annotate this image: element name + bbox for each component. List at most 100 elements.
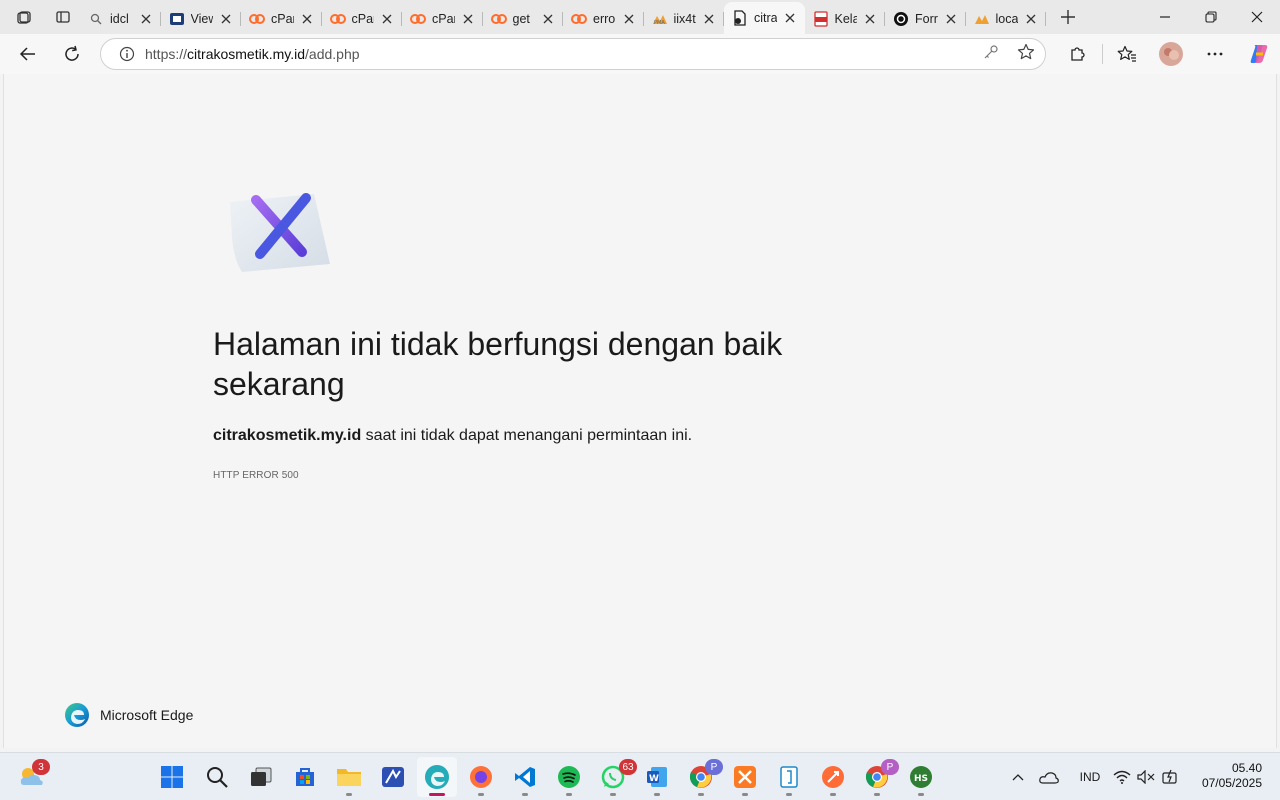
refresh-button[interactable] [52, 37, 92, 71]
xampp-app[interactable] [725, 757, 765, 797]
cpanel-icon [249, 11, 265, 27]
taskbar: 3 63 W P P HS IND 05.40 07/05/2025 [0, 752, 1280, 800]
onedrive-button[interactable] [1028, 770, 1070, 784]
close-icon[interactable] [219, 12, 233, 26]
edge-logo-icon [425, 765, 449, 789]
minimize-icon [1160, 16, 1170, 18]
tab[interactable]: PMA iix4t [644, 4, 725, 34]
search-button[interactable] [197, 757, 237, 797]
whatsapp-app[interactable]: 63 [593, 757, 637, 797]
plus-icon [1061, 10, 1075, 24]
store-app[interactable] [285, 757, 325, 797]
close-icon[interactable] [783, 11, 797, 25]
vscode-app[interactable] [505, 757, 545, 797]
tab[interactable]: cPan [322, 4, 403, 34]
tab[interactable]: erro [563, 4, 644, 34]
tab[interactable]: cPan [402, 4, 483, 34]
settings-more-button[interactable] [1193, 36, 1237, 72]
tab-actions-button[interactable] [46, 2, 80, 32]
whatsapp-badge: 63 [619, 759, 637, 775]
battery-button[interactable] [1158, 769, 1184, 785]
close-icon[interactable] [541, 12, 555, 26]
notepad-app[interactable] [769, 757, 809, 797]
more-dots-icon [1207, 52, 1223, 56]
tab-strip: idcl View cPan cPan cPan get [0, 0, 1280, 34]
edge-logo-icon [65, 703, 89, 727]
back-button[interactable] [8, 37, 48, 71]
running-indicator [698, 793, 704, 796]
clock[interactable]: 05.40 07/05/2025 [1202, 761, 1262, 791]
file-explorer-app[interactable] [329, 757, 369, 797]
cpanel-icon [490, 11, 507, 27]
close-icon [1251, 11, 1263, 23]
close-icon[interactable] [863, 12, 877, 26]
tab-title: erro [593, 12, 616, 26]
extensions-button[interactable] [1056, 36, 1100, 72]
show-hidden-icons-button[interactable] [1008, 773, 1028, 781]
close-icon[interactable] [461, 12, 475, 26]
running-indicator [566, 793, 572, 796]
password-key-icon[interactable] [983, 44, 999, 65]
chrome-app[interactable]: P [681, 757, 723, 797]
close-icon[interactable] [380, 12, 394, 26]
error-code: HTTP ERROR 500 [213, 470, 299, 481]
tab-title: Kela [834, 12, 858, 26]
close-icon[interactable] [622, 12, 636, 26]
close-icon[interactable] [139, 12, 153, 26]
postman-app[interactable] [813, 757, 853, 797]
minimize-button[interactable] [1142, 0, 1188, 34]
close-icon[interactable] [702, 12, 716, 26]
url-text[interactable]: https://citrakosmetik.my.id/add.php [145, 46, 360, 62]
site-info-button[interactable] [109, 39, 145, 69]
spotify-app[interactable] [549, 757, 589, 797]
tab-actions [0, 2, 80, 32]
tab-actions-icon [56, 11, 70, 23]
language-indicator[interactable]: IND [1070, 770, 1110, 784]
close-window-button[interactable] [1234, 0, 1280, 34]
wifi-button[interactable] [1110, 770, 1134, 784]
task-view-button[interactable] [241, 757, 281, 797]
cpanel-icon [329, 11, 346, 27]
close-icon[interactable] [300, 12, 314, 26]
edge-app[interactable] [417, 757, 457, 797]
page-content: Halaman ini tidak berfungsi dengan baik … [3, 74, 1277, 748]
tab[interactable]: idcl [80, 4, 161, 34]
close-icon[interactable] [944, 12, 958, 26]
chrome-profile-app[interactable]: P [857, 757, 899, 797]
favorites-button[interactable] [1105, 36, 1149, 72]
copilot-button[interactable] [1237, 36, 1280, 72]
word-app[interactable]: W [637, 757, 677, 797]
restore-button[interactable] [1188, 0, 1234, 34]
task-view-icon [251, 767, 272, 786]
site-icon [169, 11, 185, 27]
tab-active[interactable]: citra [724, 2, 805, 34]
app-pen[interactable] [373, 757, 413, 797]
tab[interactable]: loca [966, 4, 1047, 34]
start-button[interactable] [152, 757, 192, 797]
workspaces-button[interactable] [8, 2, 42, 32]
new-tab-button[interactable] [1050, 2, 1086, 32]
phpmyadmin-icon: PMA [652, 11, 668, 27]
avatar [1159, 42, 1183, 66]
clock-time: 05.40 [1231, 761, 1262, 775]
address-bar[interactable]: https://citrakosmetik.my.id/add.php [100, 38, 1046, 70]
tab[interactable]: cPan [241, 4, 322, 34]
hs-app[interactable]: HS [901, 757, 941, 797]
error-message: saat ini tidak dapat menangani permintaa… [361, 427, 693, 444]
search-icon [207, 767, 228, 788]
page-icon [732, 10, 748, 26]
tab[interactable]: get [483, 4, 564, 34]
tab[interactable]: Kela [805, 4, 886, 34]
volume-button[interactable] [1134, 770, 1158, 784]
tab[interactable]: Forr [885, 4, 966, 34]
close-icon[interactable] [1024, 12, 1038, 26]
back-arrow-icon [19, 47, 35, 61]
spotify-icon [558, 766, 580, 788]
weather-widget[interactable]: 3 [12, 757, 52, 797]
profile-button[interactable] [1149, 36, 1193, 72]
word-icon: W [647, 767, 667, 787]
favorite-star-icon[interactable] [1017, 43, 1035, 66]
firefox-app[interactable] [461, 757, 501, 797]
tab[interactable]: View [161, 4, 242, 34]
pdf-icon [813, 11, 829, 27]
